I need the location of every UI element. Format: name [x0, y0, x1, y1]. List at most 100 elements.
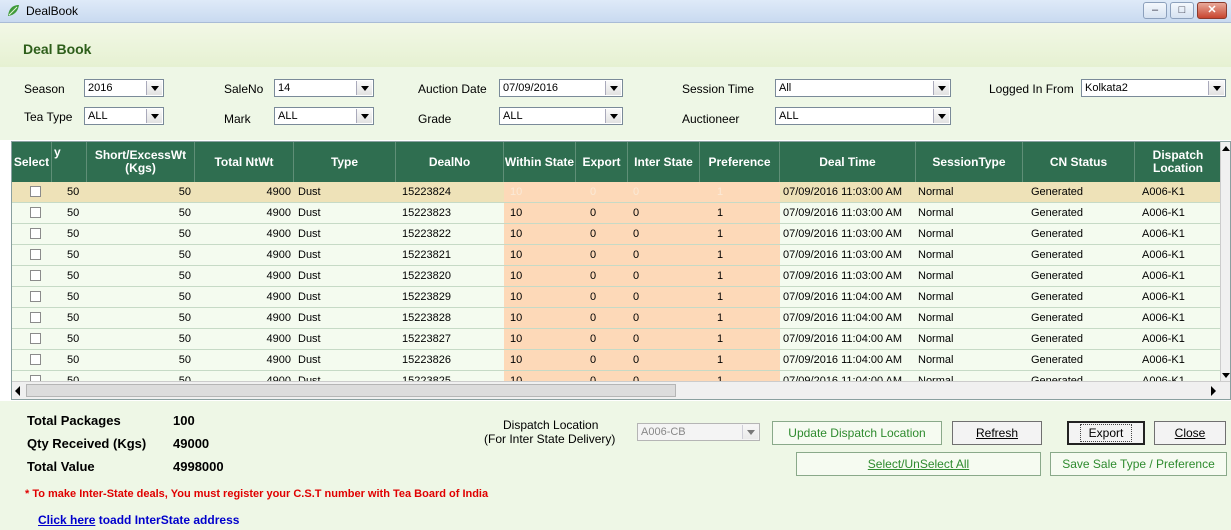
session-time-select[interactable]: All — [775, 79, 951, 97]
row-select-checkbox[interactable] — [30, 270, 41, 281]
close-button[interactable]: Close — [1154, 421, 1226, 445]
row-select-checkbox[interactable] — [30, 186, 41, 197]
cell-within-state: 10 — [504, 266, 576, 286]
window-close-button[interactable]: ✕ — [1197, 2, 1227, 19]
row-select-checkbox[interactable] — [30, 354, 41, 365]
col-header-inter-state[interactable]: Inter State — [628, 142, 700, 182]
cell-deal-time: 07/09/2016 11:04:00 AM — [783, 354, 903, 366]
chevron-down-icon[interactable] — [933, 81, 949, 95]
cell-short-excess: 50 — [178, 207, 191, 219]
dispatch-location-select[interactable]: A006-CB — [637, 423, 760, 441]
scroll-up-icon[interactable] — [1222, 144, 1230, 154]
click-here-link[interactable]: Click here — [38, 513, 95, 527]
chevron-down-icon[interactable] — [146, 109, 162, 123]
chevron-down-icon[interactable] — [356, 81, 372, 95]
col-header-y[interactable]: y — [52, 142, 87, 182]
table-row[interactable]: 50 50 4900 Dust 15223827 10 0 0 1 07/09/2016 11:0… — [12, 329, 1222, 350]
cell-dispatch-location: A006-K1 — [1142, 249, 1185, 261]
cell-dealno: 15223820 — [402, 270, 451, 282]
qty-received-value: 49000 — [173, 436, 210, 451]
cell-type: Dust — [298, 312, 321, 324]
page-title: Deal Book — [23, 41, 92, 57]
cell-session-type: Normal — [918, 249, 954, 261]
col-header-deal-time[interactable]: Deal Time — [780, 142, 916, 182]
table-row[interactable]: 50 50 4900 Dust 15223822 10 0 0 1 07/09/2016 11:0… — [12, 224, 1222, 245]
table-row[interactable]: 50 50 4900 Dust 15223824 10 0 0 1 07/09/2016 11:0… — [12, 182, 1222, 203]
cell-within-state: 10 — [504, 203, 576, 223]
chevron-down-icon[interactable] — [742, 425, 758, 439]
row-select-checkbox[interactable] — [30, 228, 41, 239]
col-header-export[interactable]: Export — [576, 142, 628, 182]
tea-type-select[interactable]: ALL — [84, 107, 164, 125]
table-row[interactable]: 50 50 4900 Dust 15223821 10 0 0 1 07/09/2016 11:0… — [12, 245, 1222, 266]
horizontal-scrollbar[interactable] — [12, 381, 1230, 399]
cell-preference: 1 — [700, 245, 780, 265]
deals-grid[interactable]: Select y Short/ExcessWt (Kgs) Total NtWt… — [11, 141, 1231, 400]
cell-inter-state: 0 — [628, 350, 700, 370]
logged-in-select[interactable]: Kolkata2 — [1081, 79, 1226, 97]
col-header-cn-status[interactable]: CN Status — [1023, 142, 1135, 182]
season-select[interactable]: 2016 — [84, 79, 164, 97]
row-select-checkbox[interactable] — [30, 249, 41, 260]
total-packages-label: Total Packages — [27, 413, 121, 428]
chevron-down-icon[interactable] — [605, 109, 621, 123]
horizontal-scroll-thumb[interactable] — [26, 384, 676, 397]
col-header-select[interactable]: Select — [12, 142, 52, 182]
refresh-button[interactable]: Refresh — [952, 421, 1042, 445]
table-row[interactable]: 50 50 4900 Dust 15223826 10 0 0 1 07/09/2016 11:0… — [12, 350, 1222, 371]
cell-total-ntwt: 4900 — [266, 249, 291, 261]
col-header-type[interactable]: Type — [294, 142, 396, 182]
save-sale-type-button[interactable]: Save Sale Type / Preference — [1050, 452, 1227, 476]
logged-in-label: Logged In From — [989, 82, 1074, 96]
export-button[interactable]: Export — [1067, 421, 1145, 445]
cell-export: 0 — [576, 287, 628, 307]
col-header-session-type[interactable]: SessionType — [916, 142, 1023, 182]
saleno-select[interactable]: 14 — [274, 79, 374, 97]
cell-within-state: 10 — [504, 329, 576, 349]
select-unselect-all-button[interactable]: Select/UnSelect All — [796, 452, 1041, 476]
col-header-total-ntwt[interactable]: Total NtWt — [195, 142, 294, 182]
auctioneer-select[interactable]: ALL — [775, 107, 951, 125]
chevron-down-icon[interactable] — [933, 109, 949, 123]
cell-export: 0 — [576, 224, 628, 244]
vertical-scrollbar[interactable] — [1220, 142, 1230, 381]
cell-deal-time: 07/09/2016 11:04:00 AM — [783, 312, 903, 324]
table-row[interactable]: 50 50 4900 Dust 15223829 10 0 0 1 07/09/2016 11:0… — [12, 287, 1222, 308]
inter-state-note: * To make Inter-State deals, You must re… — [25, 488, 489, 500]
chevron-down-icon[interactable] — [356, 109, 372, 123]
grade-select[interactable]: ALL — [499, 107, 623, 125]
minimize-button[interactable]: – — [1143, 2, 1167, 19]
cell-type: Dust — [298, 354, 321, 366]
row-select-checkbox[interactable] — [30, 333, 41, 344]
table-row[interactable]: 50 50 4900 Dust 15223823 10 0 0 1 07/09/2016 11:0… — [12, 203, 1222, 224]
scroll-right-icon[interactable] — [1211, 386, 1216, 396]
scroll-left-icon[interactable] — [15, 386, 20, 396]
update-dispatch-location-button[interactable]: Update Dispatch Location — [772, 421, 942, 445]
cell-total-ntwt: 4900 — [266, 270, 291, 282]
row-select-checkbox[interactable] — [30, 207, 41, 218]
scroll-down-icon[interactable] — [1222, 370, 1230, 380]
auction-date-select[interactable]: 07/09/2016 — [499, 79, 623, 97]
cell-within-state: 10 — [504, 245, 576, 265]
col-header-preference[interactable]: Preference — [700, 142, 780, 182]
table-row[interactable]: 50 50 4900 Dust 15223828 10 0 0 1 07/09/2016 11:0… — [12, 308, 1222, 329]
cell-short-excess: 50 — [178, 354, 191, 366]
col-header-dealno[interactable]: DealNo — [396, 142, 504, 182]
mark-select[interactable]: ALL — [274, 107, 374, 125]
cell-export: 0 — [576, 182, 628, 202]
cell-inter-state: 0 — [628, 329, 700, 349]
chevron-down-icon[interactable] — [1208, 81, 1224, 95]
col-header-dispatch-location[interactable]: Dispatch Location — [1135, 142, 1222, 182]
table-row[interactable]: 50 50 4900 Dust 15223820 10 0 0 1 07/09/2016 11:0… — [12, 266, 1222, 287]
col-header-short-excess[interactable]: Short/ExcessWt (Kgs) — [87, 142, 195, 182]
row-select-checkbox[interactable] — [30, 291, 41, 302]
chevron-down-icon[interactable] — [605, 81, 621, 95]
row-select-checkbox[interactable] — [30, 312, 41, 323]
col-header-within-state[interactable]: Within State — [504, 142, 576, 182]
cell-cn-status: Generated — [1031, 207, 1083, 219]
chevron-down-icon[interactable] — [146, 81, 162, 95]
cell-y: 50 — [67, 270, 80, 282]
cell-dispatch-location: A006-K1 — [1142, 207, 1185, 219]
cell-type: Dust — [298, 228, 321, 240]
maximize-button[interactable]: □ — [1170, 2, 1194, 19]
